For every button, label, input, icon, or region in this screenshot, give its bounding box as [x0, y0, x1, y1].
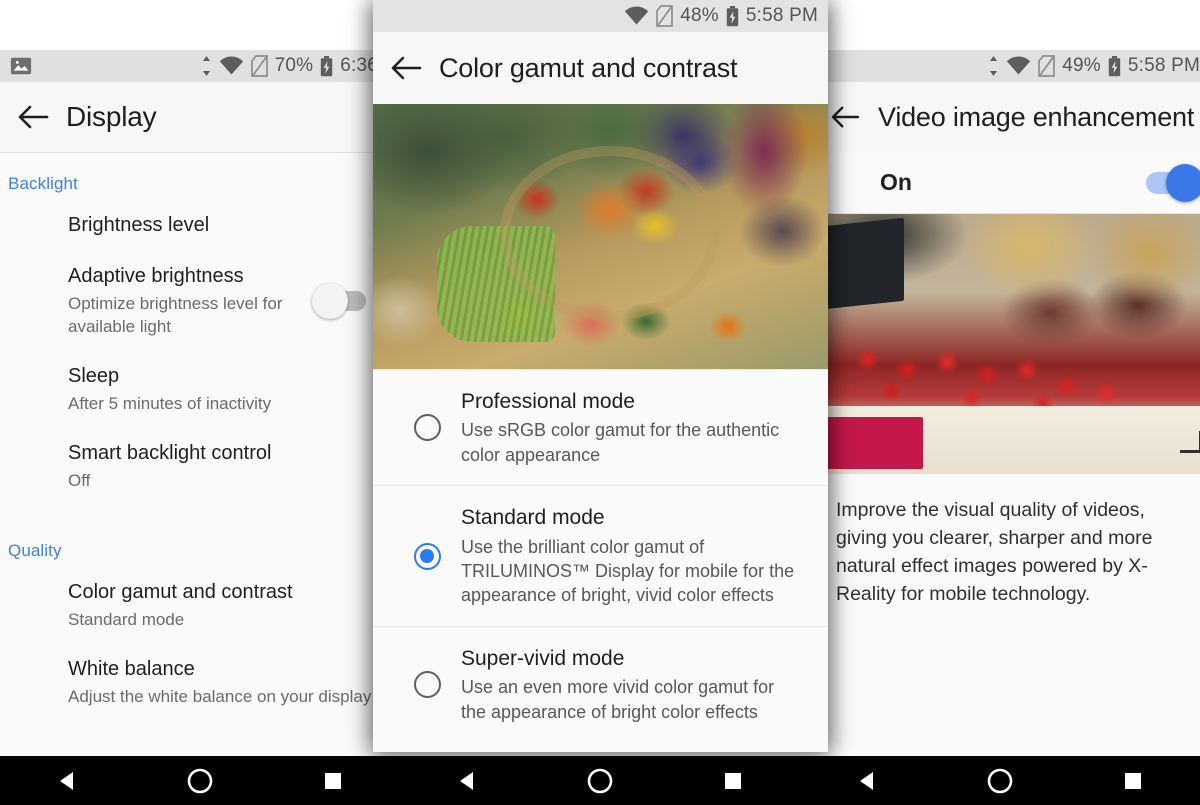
battery-charging-icon	[1108, 55, 1121, 77]
option-standard-mode[interactable]: Standard mode Use the brilliant color ga…	[373, 485, 828, 626]
data-transfer-icon	[201, 56, 212, 76]
android-navigation-bar	[0, 756, 1200, 805]
nav-group-left	[0, 756, 400, 805]
option-title: Standard mode	[461, 506, 605, 530]
page-title-center: Color gamut and contrast	[439, 52, 738, 83]
item-subtitle: Off	[68, 470, 91, 490]
screenshot-stage: 70% 6:36 Display Backlight Brightness le…	[0, 0, 1200, 805]
vegetable-basket-photo	[373, 104, 828, 369]
red-label	[819, 416, 924, 469]
option-title: Professional mode	[461, 390, 635, 413]
back-triangle-icon[interactable]	[846, 760, 888, 802]
radio-wrap[interactable]	[393, 414, 461, 442]
no-sim-icon	[656, 5, 674, 27]
nav-group-center	[400, 756, 800, 805]
video-enhancement-toggle[interactable]	[1146, 163, 1200, 202]
wifi-icon	[624, 6, 649, 26]
list-item-sleep[interactable]: Sleep After 5 minutes of inactivity	[0, 351, 388, 428]
battery-percent-right: 49%	[1062, 55, 1101, 76]
battery-charging-icon	[726, 5, 739, 27]
battery-percent-center: 48%	[680, 5, 719, 26]
item-subtitle: After 5 minutes of inactivity	[68, 393, 272, 413]
wifi-icon	[219, 56, 244, 76]
recents-square-icon[interactable]	[312, 760, 354, 802]
app-bar-center: Color gamut and contrast	[373, 32, 828, 104]
crop-marker-icon	[1180, 431, 1200, 454]
page-title-right: Video image enhancement	[878, 101, 1195, 132]
radio-button-unselected[interactable]	[413, 671, 441, 699]
home-circle-icon[interactable]	[979, 760, 1021, 802]
display-settings-panel: 70% 6:36 Display Backlight Brightness le…	[0, 50, 388, 756]
section-header-backlight: Backlight	[8, 174, 78, 193]
item-title: Brightness level	[68, 214, 210, 236]
settings-list-left: Backlight Brightness level Adaptive brig…	[0, 152, 388, 721]
adaptive-brightness-toggle[interactable]	[312, 282, 366, 319]
back-arrow-icon[interactable]	[0, 104, 66, 130]
color-gamut-dialog-panel: 48% 5:58 PM Color gamut and contrast Pro…	[373, 0, 828, 752]
list-item-smart-backlight-control[interactable]: Smart backlight control Off	[0, 428, 388, 505]
no-sim-icon	[250, 55, 268, 77]
recents-square-icon[interactable]	[1112, 760, 1154, 802]
option-super-vivid-mode[interactable]: Super-vivid mode Use an even more vivid …	[373, 625, 828, 743]
status-bar-center: 48% 5:58 PM	[373, 0, 828, 32]
switch-label: On	[880, 169, 912, 195]
list-item-brightness-level[interactable]: Brightness level	[0, 200, 388, 251]
radio-wrap[interactable]	[393, 671, 461, 699]
app-bar-right: Video image enhancement	[812, 82, 1200, 152]
image-icon	[10, 55, 32, 77]
data-transfer-icon	[988, 56, 999, 76]
wifi-icon	[1006, 56, 1031, 76]
option-professional-mode[interactable]: Professional mode Use sRGB color gamut f…	[373, 369, 828, 486]
option-subtitle: Use an even more vivid color gamut for t…	[461, 677, 775, 722]
no-sim-icon	[1038, 55, 1056, 77]
back-triangle-icon[interactable]	[446, 760, 488, 802]
page-title-left: Display	[66, 101, 157, 132]
battery-charging-icon	[320, 55, 333, 77]
back-arrow-icon[interactable]	[373, 55, 439, 81]
radio-button-unselected[interactable]	[413, 414, 441, 442]
item-title: Smart backlight control	[68, 441, 272, 464]
back-triangle-icon[interactable]	[46, 760, 88, 802]
app-bar-left: Display	[0, 82, 388, 152]
item-subtitle: Adjust the white balance on your display	[68, 686, 372, 706]
video-enhancement-switch-row[interactable]: On	[812, 152, 1200, 214]
nav-group-right	[800, 756, 1200, 805]
chalkboard-sign	[823, 217, 904, 310]
home-circle-icon[interactable]	[579, 760, 621, 802]
item-title: Sleep	[68, 364, 120, 387]
status-bar-right: 49% 5:58 PM	[812, 50, 1200, 82]
item-title: Color gamut and contrast	[68, 580, 293, 603]
clock-right: 5:58 PM	[1127, 55, 1200, 76]
list-item-adaptive-brightness[interactable]: Adaptive brightness Optimize brightness …	[0, 251, 388, 351]
video-image-enhancement-panel: 49% 5:58 PM Video image enhancement On I…	[812, 50, 1200, 756]
recents-square-icon[interactable]	[712, 760, 754, 802]
wicker-basket	[500, 146, 718, 321]
list-item-white-balance[interactable]: White balance Adjust the white balance o…	[0, 644, 388, 721]
cherry-tomatoes-market-photo	[812, 214, 1200, 474]
item-title: White balance	[68, 657, 195, 680]
status-bar-left: 70% 6:36	[0, 50, 388, 82]
battery-percent-left: 70%	[274, 55, 314, 76]
option-subtitle: Use sRGB color gamut for the authentic c…	[461, 420, 780, 465]
video-enhancement-description: Improve the visual quality of videos, gi…	[836, 499, 1153, 606]
section-header-quality: Quality	[8, 540, 62, 560]
option-title: Super-vivid mode	[461, 646, 625, 670]
radio-wrap[interactable]	[393, 542, 461, 570]
clock-center: 5:58 PM	[745, 5, 818, 26]
option-subtitle: Use the brilliant color gamut of TRILUMI…	[461, 536, 795, 606]
item-subtitle: Standard mode	[68, 609, 185, 629]
radio-button-selected[interactable]	[413, 542, 441, 570]
home-circle-icon[interactable]	[179, 760, 221, 802]
list-item-color-gamut-and-contrast[interactable]: Color gamut and contrast Standard mode	[0, 567, 388, 644]
